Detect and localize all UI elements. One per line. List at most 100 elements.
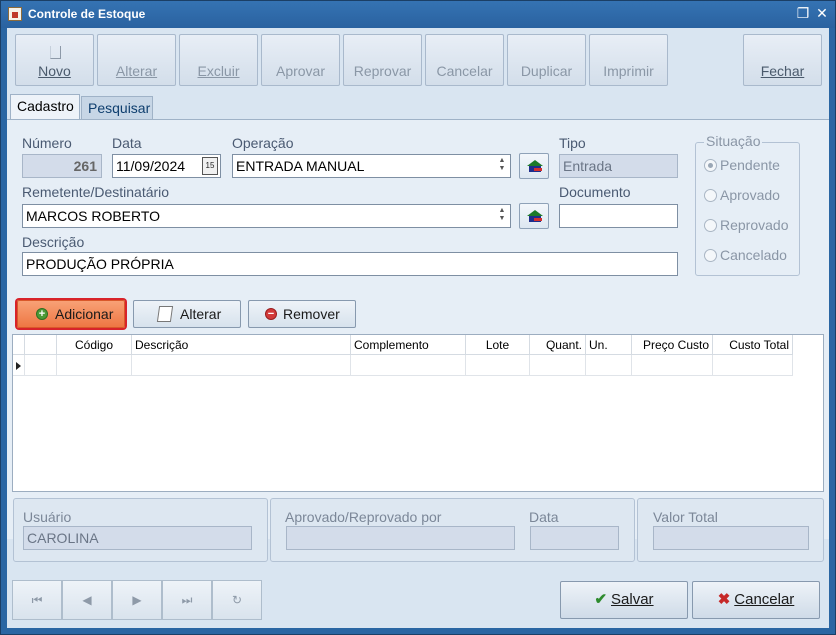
descricao-label: Descrição: [22, 234, 85, 250]
duplicar-label: Duplicar: [520, 63, 573, 79]
radio-reprovado-label: Reprovado: [720, 217, 789, 233]
tab-pesquisar[interactable]: Pesquisar: [81, 96, 153, 120]
data-field[interactable]: 11/09/2024 15: [112, 154, 221, 178]
cancelar-label: Cancelar: [734, 591, 795, 608]
lookup-house-icon: [527, 210, 543, 223]
grid-blank-header: [25, 335, 57, 355]
next-record-icon[interactable]: ▶: [112, 580, 162, 620]
col-custo-total[interactable]: Custo Total: [713, 335, 793, 355]
check-icon: ✔: [594, 591, 608, 608]
valor-total-field: [653, 526, 809, 550]
dropdown-arrows-icon: ▲ ▼: [498, 157, 506, 172]
grid-cell[interactable]: [25, 355, 57, 376]
imprimir-button[interactable]: Imprimir: [589, 34, 668, 86]
remover-label: Remover: [283, 306, 340, 322]
tipo-field: Entrada: [559, 154, 678, 178]
items-grid[interactable]: Código Descrição Complemento Lote Quant.…: [12, 334, 824, 492]
radio-dot: [704, 219, 717, 232]
remetente-select[interactable]: MARCOS ROBERTO ▲ ▼: [22, 204, 511, 228]
previous-record-icon[interactable]: ◀: [62, 580, 112, 620]
grid-cell[interactable]: [713, 355, 793, 376]
radio-dot: [704, 189, 717, 202]
minus-circle-icon: −: [265, 308, 277, 320]
app-icon: [8, 7, 22, 21]
col-un[interactable]: Un.: [586, 335, 632, 355]
adicionar-button[interactable]: + Adicionar: [17, 300, 125, 328]
novo-button[interactable]: Novo: [15, 34, 94, 86]
plus-circle-icon: +: [36, 308, 48, 320]
lookup-house-icon: [527, 160, 543, 173]
numero-label: Número: [22, 135, 72, 151]
radio-pendente-label: Pendente: [720, 157, 780, 173]
grid-cell[interactable]: [132, 355, 351, 376]
reprovar-label: Reprovar: [353, 63, 412, 79]
valor-total-label: Valor Total: [653, 509, 718, 525]
aprovado-field: [286, 526, 515, 550]
cancelar-button[interactable]: ✖ Cancelar: [692, 581, 820, 619]
col-quant[interactable]: Quant.: [530, 335, 586, 355]
edit-pencil-icon: [156, 306, 174, 322]
aprovacao-box: Aprovado/Reprovado por Data: [270, 498, 635, 562]
col-codigo[interactable]: Código: [57, 335, 132, 355]
col-descricao[interactable]: Descrição: [132, 335, 351, 355]
valor-total-box: Valor Total: [637, 498, 824, 562]
excluir-label: Excluir: [197, 63, 240, 79]
x-icon: ✖: [717, 591, 731, 608]
refresh-icon[interactable]: ↻: [212, 580, 262, 620]
remover-button[interactable]: − Remover: [248, 300, 356, 328]
col-lote[interactable]: Lote: [466, 335, 530, 355]
data-label: Data: [112, 135, 142, 151]
first-record-icon[interactable]: ⏮: [12, 580, 62, 620]
current-row-indicator-icon: [16, 362, 21, 370]
novo-label: Novo: [38, 63, 71, 79]
radio-aprovado[interactable]: Aprovado: [704, 187, 780, 203]
cancelar-toolbar-label: Cancelar: [436, 63, 493, 79]
radio-reprovado[interactable]: Reprovado: [704, 217, 789, 233]
dropdown-arrows-icon: ▲ ▼: [498, 207, 506, 222]
grid-header: Código Descrição Complemento Lote Quant.…: [13, 335, 793, 355]
grid-cell[interactable]: [351, 355, 466, 376]
operacao-value: ENTRADA MANUAL: [236, 158, 365, 174]
aprovar-button[interactable]: Aprovar: [261, 34, 340, 86]
fechar-button[interactable]: Fechar: [743, 34, 822, 86]
remetente-lookup-button[interactable]: [519, 203, 549, 229]
radio-cancelado[interactable]: Cancelado: [704, 247, 787, 263]
col-preco-custo[interactable]: Preço Custo: [632, 335, 713, 355]
grid-cell[interactable]: [466, 355, 530, 376]
cancelar-toolbar-button[interactable]: Cancelar: [425, 34, 504, 86]
grid-cell[interactable]: [57, 355, 132, 376]
aprovar-label: Aprovar: [275, 63, 326, 79]
close-icon[interactable]: ✕: [814, 5, 830, 21]
restore-icon[interactable]: ❐: [795, 5, 811, 21]
duplicar-button[interactable]: Duplicar: [507, 34, 586, 86]
tab-cadastro[interactable]: Cadastro: [10, 94, 80, 120]
tipo-label: Tipo: [559, 135, 586, 151]
salvar-button[interactable]: ✔ Salvar: [560, 581, 688, 619]
radio-dot-selected: [704, 159, 717, 172]
grid-cell[interactable]: [632, 355, 713, 376]
radio-dot: [704, 249, 717, 262]
reprovar-button[interactable]: Reprovar: [343, 34, 422, 86]
client-area: Novo Alterar Excluir Aprovar Reprovar Ca…: [7, 28, 829, 628]
grid-cell[interactable]: [530, 355, 586, 376]
usuario-box: Usuário CAROLINA: [13, 498, 268, 562]
data-aprovacao-field: [530, 526, 619, 550]
radio-pendente[interactable]: Pendente: [704, 157, 780, 173]
excluir-button[interactable]: Excluir: [179, 34, 258, 86]
grid-cell[interactable]: [586, 355, 632, 376]
operacao-select[interactable]: ENTRADA MANUAL ▲ ▼: [232, 154, 511, 178]
documento-field[interactable]: [559, 204, 678, 228]
descricao-field[interactable]: PRODUÇÃO PRÓPRIA: [22, 252, 678, 276]
title-bar: Controle de Estoque ❐ ✕: [1, 1, 835, 28]
alterar-label: Alterar: [115, 63, 158, 79]
alterar-item-button[interactable]: Alterar: [133, 300, 241, 328]
calendar-icon[interactable]: 15: [202, 157, 218, 175]
operacao-lookup-button[interactable]: [519, 153, 549, 179]
col-complemento[interactable]: Complemento: [351, 335, 466, 355]
adicionar-label: Adicionar: [55, 306, 114, 322]
last-record-icon[interactable]: ⏭: [162, 580, 212, 620]
alterar-button[interactable]: Alterar: [97, 34, 176, 86]
situacao-group: Situação Pendente Aprovado Reprovado Can…: [695, 133, 800, 276]
radio-cancelado-label: Cancelado: [720, 247, 787, 263]
data-aprovacao-label: Data: [529, 509, 559, 525]
